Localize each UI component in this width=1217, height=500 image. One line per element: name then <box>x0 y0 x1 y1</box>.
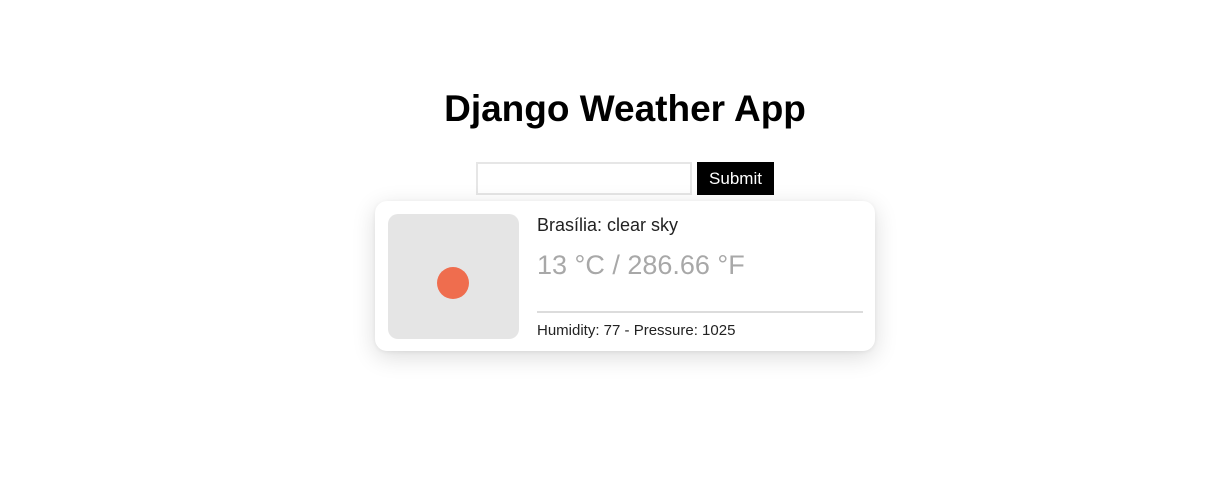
temperature-reading: 13 °C / 286.66 °F <box>537 250 745 280</box>
city-description: Brasília: clear sky <box>537 215 679 235</box>
search-form: Submit <box>476 162 774 195</box>
weather-card: Brasília: clear sky 13 °C / 286.66 °F Hu… <box>375 201 875 351</box>
humidity-pressure-details: Humidity: 77 - Pressure: 1025 <box>537 322 736 339</box>
sun-icon <box>437 267 469 299</box>
weather-icon-box <box>388 214 519 339</box>
city-input[interactable] <box>476 162 692 195</box>
page-title: Django Weather App <box>444 88 806 129</box>
divider <box>537 311 863 313</box>
weather-card-body: Brasília: clear sky 13 °C / 286.66 °F Hu… <box>537 213 863 339</box>
submit-button[interactable]: Submit <box>697 162 774 195</box>
